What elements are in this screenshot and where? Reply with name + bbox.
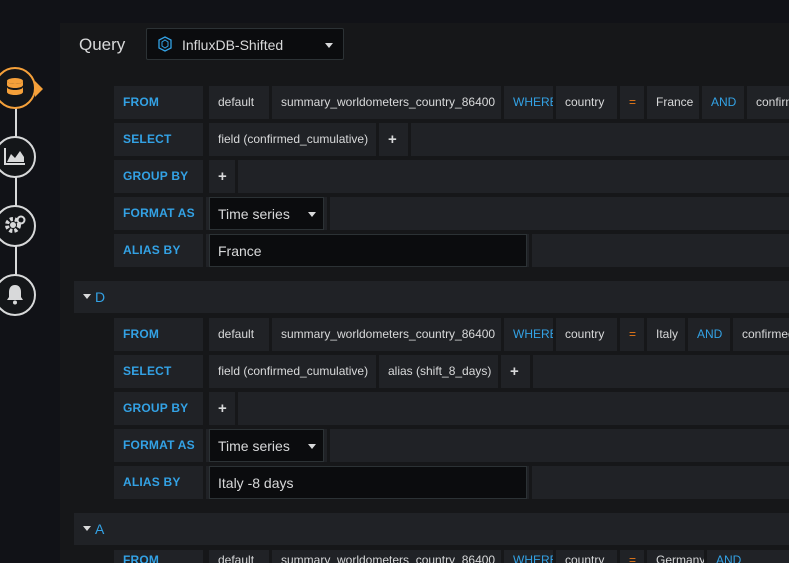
database-icon bbox=[4, 76, 26, 101]
where-keyword: WHERE bbox=[501, 550, 558, 563]
group-by-row: GROUP BY + bbox=[114, 392, 789, 425]
select-keyword: SELECT bbox=[114, 123, 206, 156]
where-operator[interactable]: = bbox=[617, 318, 644, 351]
from-row: FROM default summary_worldometers_countr… bbox=[114, 550, 789, 563]
from-keyword: FROM bbox=[114, 318, 206, 351]
row-divider bbox=[408, 123, 411, 156]
row-divider bbox=[235, 392, 238, 425]
measurement[interactable]: summary_worldometers_country_86400 bbox=[269, 550, 501, 563]
retention-policy[interactable]: default bbox=[206, 550, 269, 563]
add-select-button[interactable]: + bbox=[498, 355, 530, 388]
add-group-by-button[interactable]: + bbox=[206, 160, 235, 193]
retention-policy[interactable]: default bbox=[206, 318, 269, 351]
retention-policy[interactable]: default bbox=[206, 86, 269, 119]
query-editor-panel: C FROM default summary_worldometers_coun… bbox=[60, 23, 789, 563]
bell-icon bbox=[5, 283, 25, 308]
collapse-caret-icon bbox=[83, 294, 91, 299]
datasource-picker[interactable]: InfluxDB-Shifted bbox=[146, 28, 344, 60]
alias-by-row: ALIAS BY Italy -8 days bbox=[114, 466, 789, 499]
format-as-select[interactable]: Time series bbox=[209, 429, 324, 462]
where-value[interactable]: France bbox=[644, 86, 699, 119]
where-operator[interactable]: = bbox=[617, 550, 644, 563]
datasource-name: InfluxDB-Shifted bbox=[182, 37, 284, 53]
add-group-by-button[interactable]: + bbox=[206, 392, 235, 425]
from-row: FROM default summary_worldometers_countr… bbox=[114, 318, 789, 351]
influxdb-icon bbox=[157, 36, 173, 55]
select-field[interactable]: field (confirmed_cumulative) bbox=[206, 123, 376, 156]
alias-by-input[interactable]: Italy -8 days bbox=[209, 466, 527, 499]
add-select-button[interactable]: + bbox=[376, 123, 408, 156]
chevron-down-icon bbox=[308, 212, 316, 217]
and-keyword: AND bbox=[699, 86, 744, 119]
alias-by-input[interactable]: France bbox=[209, 234, 527, 267]
where-operator[interactable]: = bbox=[617, 86, 644, 119]
select-field[interactable]: field (confirmed_cumulative) bbox=[206, 355, 376, 388]
format-as-row: FORMAT AS Time series bbox=[114, 197, 789, 230]
row-divider bbox=[529, 466, 532, 499]
where-tag-2[interactable]: confirmed bbox=[730, 318, 789, 351]
format-as-value: Time series bbox=[218, 438, 290, 454]
from-keyword: FROM bbox=[114, 550, 206, 563]
format-as-value: Time series bbox=[218, 206, 290, 222]
collapse-caret-icon bbox=[83, 526, 91, 531]
row-divider bbox=[529, 234, 532, 267]
select-row: SELECT field (confirmed_cumulative) + bbox=[114, 123, 789, 156]
alias-by-keyword: ALIAS BY bbox=[114, 234, 206, 267]
query-header-a[interactable]: A bbox=[74, 513, 789, 545]
format-as-select[interactable]: Time series bbox=[209, 197, 324, 230]
where-tag[interactable]: country bbox=[553, 318, 617, 351]
and-keyword: AND bbox=[704, 550, 749, 563]
query-header-d[interactable]: D bbox=[74, 281, 789, 313]
rail-general-button[interactable] bbox=[0, 205, 36, 247]
alias-by-row: ALIAS BY France bbox=[114, 234, 789, 267]
row-divider bbox=[327, 429, 330, 462]
format-as-keyword: FORMAT AS bbox=[114, 429, 206, 462]
gear-icon bbox=[3, 213, 27, 240]
select-row: SELECT field (confirmed_cumulative) alia… bbox=[114, 355, 789, 388]
where-tag-2[interactable]: confirm bbox=[744, 86, 789, 119]
row-divider bbox=[530, 355, 533, 388]
query-header-bar: Query InfluxDB-Shifted bbox=[60, 23, 789, 67]
query-letter: A bbox=[95, 521, 105, 537]
select-keyword: SELECT bbox=[114, 355, 206, 388]
rail-visualization-button[interactable] bbox=[0, 136, 36, 178]
from-row: FROM default summary_worldometers_countr… bbox=[114, 86, 789, 119]
alias-by-keyword: ALIAS BY bbox=[114, 466, 206, 499]
where-value[interactable]: Italy bbox=[644, 318, 685, 351]
group-by-row: GROUP BY + bbox=[114, 160, 789, 193]
row-divider bbox=[235, 160, 238, 193]
row-divider bbox=[327, 197, 330, 230]
where-keyword: WHERE bbox=[501, 86, 558, 119]
format-as-row: FORMAT AS Time series bbox=[114, 429, 789, 462]
chevron-down-icon bbox=[325, 43, 333, 48]
group-by-keyword: GROUP BY bbox=[114, 160, 206, 193]
chart-area-icon bbox=[3, 146, 27, 169]
left-rail bbox=[0, 0, 60, 563]
select-alias[interactable]: alias (shift_8_days) bbox=[376, 355, 498, 388]
measurement[interactable]: summary_worldometers_country_86400 bbox=[269, 318, 501, 351]
measurement[interactable]: summary_worldometers_country_86400 bbox=[269, 86, 501, 119]
format-as-keyword: FORMAT AS bbox=[114, 197, 206, 230]
and-keyword: AND bbox=[685, 318, 730, 351]
from-keyword: FROM bbox=[114, 86, 206, 119]
query-letter: D bbox=[95, 289, 106, 305]
rail-alert-button[interactable] bbox=[0, 274, 36, 316]
group-by-keyword: GROUP BY bbox=[114, 392, 206, 425]
rail-queries-button[interactable] bbox=[0, 67, 43, 109]
where-tag[interactable]: country bbox=[553, 550, 617, 563]
where-tag[interactable]: country bbox=[553, 86, 617, 119]
query-title: Query bbox=[79, 35, 126, 54]
where-value[interactable]: Germany bbox=[644, 550, 705, 563]
chevron-down-icon bbox=[308, 444, 316, 449]
where-keyword: WHERE bbox=[501, 318, 558, 351]
